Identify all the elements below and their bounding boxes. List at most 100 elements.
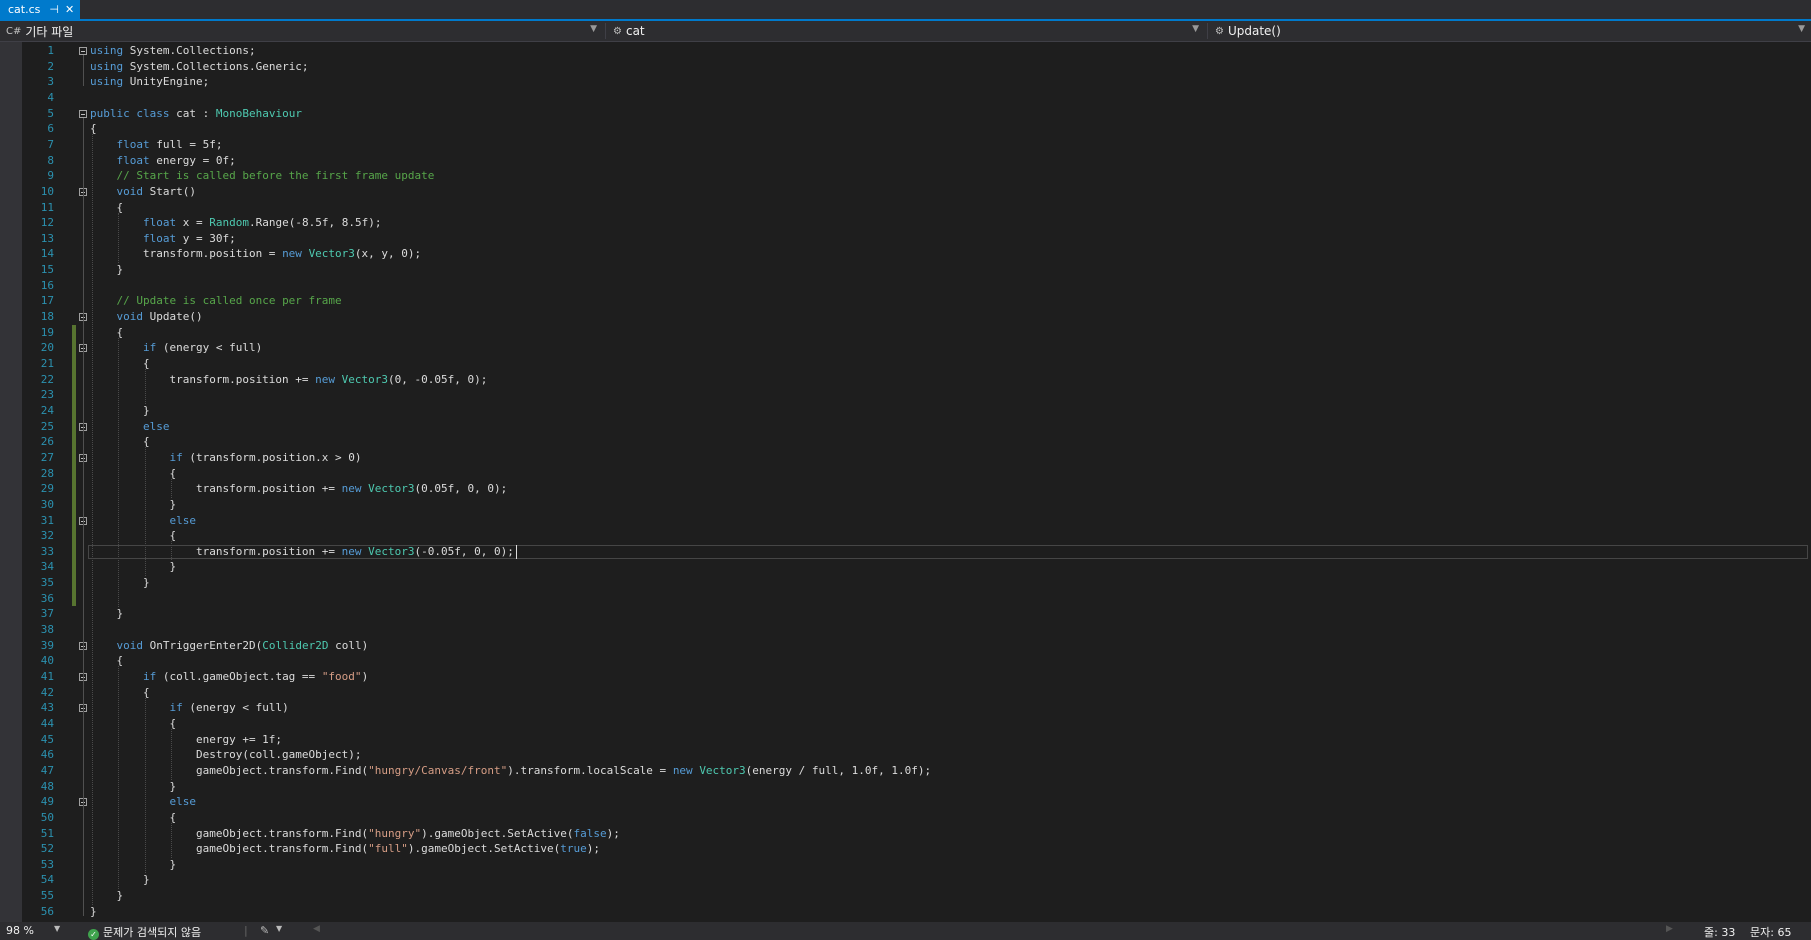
code-line[interactable]: 44 { <box>22 716 1811 732</box>
collapse-toggle-icon[interactable] <box>79 47 87 55</box>
code-line[interactable]: 51 gameObject.transform.Find("hungry").g… <box>22 826 1811 842</box>
code-line[interactable]: 49 else <box>22 794 1811 810</box>
code-line[interactable]: 7 float full = 5f; <box>22 137 1811 153</box>
line-number: 54 <box>40 873 54 887</box>
line-number: 34 <box>40 560 54 574</box>
glyph-margin <box>0 42 22 922</box>
line-number: 44 <box>40 716 54 730</box>
issues-label: 문제가 검색되지 않음 <box>103 926 202 939</box>
class-dropdown[interactable]: ⚙ cat ▼ <box>607 21 1205 41</box>
code-line[interactable]: 13 float y = 30f; <box>22 231 1811 247</box>
code-line[interactable]: 24 } <box>22 403 1811 419</box>
code-line[interactable]: 25 else <box>22 419 1811 435</box>
chevron-down-icon: ▼ <box>1192 24 1199 34</box>
line-number: 42 <box>40 685 54 699</box>
code-line[interactable]: 4 <box>22 90 1811 106</box>
zoom-level[interactable]: 98 % <box>6 924 34 937</box>
code-text: float energy = 0f; <box>116 153 236 167</box>
code-line[interactable]: 23 <box>22 387 1811 403</box>
tab-filename: cat.cs <box>8 3 41 16</box>
line-indicator: 줄: 33 <box>1704 926 1736 939</box>
code-line[interactable]: 35 } <box>22 575 1811 591</box>
code-line[interactable]: 16 <box>22 278 1811 294</box>
line-number: 50 <box>40 810 54 824</box>
outline-line <box>83 55 84 87</box>
code-line[interactable]: 3 using UnityEngine; <box>22 74 1811 90</box>
code-line[interactable]: 30 } <box>22 497 1811 513</box>
line-number: 14 <box>40 247 54 261</box>
code-line[interactable]: 37 } <box>22 606 1811 622</box>
code-line[interactable]: 26 { <box>22 434 1811 450</box>
code-line[interactable]: 1 using System.Collections; <box>22 43 1811 59</box>
code-line[interactable]: 18 void Update() <box>22 309 1811 325</box>
code-line[interactable]: 28 { <box>22 466 1811 482</box>
code-text: { <box>90 810 177 824</box>
divider: | <box>244 924 248 937</box>
collapse-toggle-icon[interactable] <box>79 109 87 118</box>
code-line[interactable]: 34 } <box>22 559 1811 575</box>
line-number: 16 <box>40 278 54 292</box>
code-line[interactable]: 45 energy += 1f; <box>22 732 1811 748</box>
member-dropdown[interactable]: ⚙ Update() ▼ <box>1209 21 1811 41</box>
code-text: transform.position += new Vector3(0.05f,… <box>90 482 508 496</box>
code-line[interactable]: 12 float x = Random.Range(-8.5f, 8.5f); <box>22 215 1811 231</box>
code-line[interactable]: 9 // Start is called before the first fr… <box>22 168 1811 184</box>
code-line[interactable]: 20 if (energy < full) <box>22 340 1811 356</box>
project-dropdown[interactable]: C# 기타 파일 ▼ <box>0 21 603 41</box>
code-line[interactable]: 39 void OnTriggerEnter2D(Collider2D coll… <box>22 638 1811 654</box>
tab-cat-cs[interactable]: cat.cs ⊣ ✕ <box>0 0 80 19</box>
code-editor[interactable]: 1 using System.Collections; 2 using System.… <box>22 42 1811 922</box>
code-line[interactable]: 53 } <box>22 857 1811 873</box>
code-line[interactable]: 56} <box>22 904 1811 920</box>
scroll-left-icon[interactable]: ◀ <box>313 924 320 934</box>
code-line[interactable]: 29 transform.position += new Vector3(0.0… <box>22 481 1811 497</box>
code-line[interactable]: 43 if (energy < full) <box>22 700 1811 716</box>
indent-guide <box>171 728 173 780</box>
code-line[interactable]: 5 public class cat : MonoBehaviour <box>22 106 1811 122</box>
code-text: using UnityEngine; <box>90 75 210 89</box>
code-line[interactable]: 55 } <box>22 888 1811 904</box>
chevron-down-icon[interactable]: ▼ <box>54 924 60 933</box>
line-number: 26 <box>40 435 54 449</box>
line-number: 6 <box>47 122 54 136</box>
line-number: 9 <box>47 169 54 183</box>
code-line[interactable]: 38 <box>22 622 1811 638</box>
chevron-down-icon[interactable]: ▼ <box>276 924 282 933</box>
code-line[interactable]: 47 gameObject.transform.Find("hungry/Can… <box>22 763 1811 779</box>
code-text: else <box>169 795 196 809</box>
code-text: } <box>90 873 150 887</box>
code-line[interactable]: 15 } <box>22 262 1811 278</box>
brush-icon[interactable]: ✎ <box>260 924 269 937</box>
code-line[interactable]: 54 } <box>22 872 1811 888</box>
code-line[interactable]: 36 <box>22 591 1811 607</box>
line-number: 36 <box>40 591 54 605</box>
code-line[interactable]: 10 void Start() <box>22 184 1811 200</box>
code-line[interactable]: 31 else <box>22 513 1811 529</box>
code-line[interactable]: 40 { <box>22 653 1811 669</box>
scroll-right-icon[interactable]: ▶ <box>1666 924 1673 934</box>
line-number: 35 <box>40 576 54 590</box>
code-line[interactable]: 52 gameObject.transform.Find("full").gam… <box>22 841 1811 857</box>
code-text: } <box>90 607 124 621</box>
code-line[interactable]: 42 { <box>22 685 1811 701</box>
code-line[interactable]: 6{ <box>22 121 1811 137</box>
issues-indicator[interactable]: ✓ 문제가 검색되지 않음 <box>88 924 201 940</box>
code-line[interactable]: 50 { <box>22 810 1811 826</box>
pin-icon[interactable]: ⊣ <box>49 3 59 16</box>
code-line[interactable]: 8 float energy = 0f; <box>22 153 1811 169</box>
code-line[interactable]: 17 // Update is called once per frame <box>22 293 1811 309</box>
code-line[interactable]: 14 transform.position = new Vector3(x, y… <box>22 246 1811 262</box>
code-line[interactable]: 19 { <box>22 325 1811 341</box>
code-line[interactable]: 48 } <box>22 779 1811 795</box>
line-number: 30 <box>40 497 54 511</box>
code-line[interactable]: 11 { <box>22 200 1811 216</box>
code-line[interactable]: 2 using System.Collections.Generic; <box>22 59 1811 75</box>
code-line[interactable]: 22 transform.position += new Vector3(0, … <box>22 372 1811 388</box>
code-line[interactable]: 32 { <box>22 528 1811 544</box>
code-line[interactable]: 27 if (transform.position.x > 0) <box>22 450 1811 466</box>
code-line[interactable]: 46 Destroy(coll.gameObject); <box>22 747 1811 763</box>
chevron-down-icon: ▼ <box>1798 24 1805 34</box>
code-line[interactable]: 21 { <box>22 356 1811 372</box>
close-icon[interactable]: ✕ <box>65 3 74 16</box>
code-line[interactable]: 41 if (coll.gameObject.tag == "food") <box>22 669 1811 685</box>
